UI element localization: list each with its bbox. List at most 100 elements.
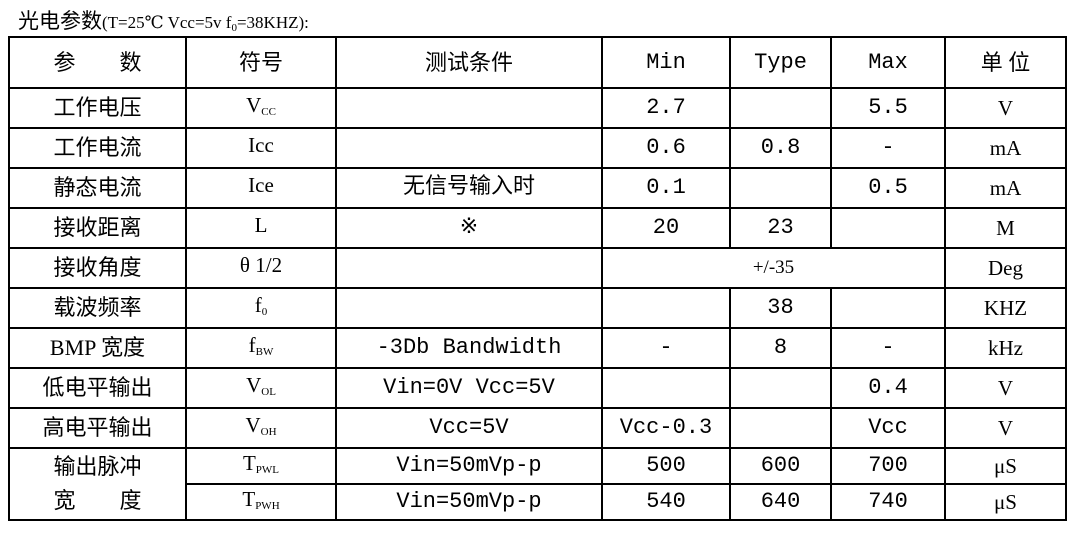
symbol-cell: TPWH xyxy=(185,483,337,521)
condition-cell: Vcc=5V xyxy=(335,407,603,449)
symbol: L xyxy=(254,212,268,237)
table-row: 工作电压 VCC 2.7 5.5 V xyxy=(8,87,1067,129)
symbol-subscript: PWL xyxy=(255,463,280,476)
symbol-cell: θ 1/2 xyxy=(185,247,337,289)
min-cell xyxy=(601,287,731,329)
type-cell: 640 xyxy=(729,483,832,521)
table-row: 接收角度 θ 1/2 +/-35 Deg xyxy=(8,247,1067,289)
header-symbol: 符号 xyxy=(185,36,337,89)
symbol-subscript: BW xyxy=(255,345,274,358)
param-cell: 接收距离 xyxy=(8,207,187,249)
condition-cell: Vin=50mVp-p xyxy=(335,483,603,521)
header-min: Min xyxy=(601,36,731,89)
param-line: 宽 度 xyxy=(53,488,142,513)
unit-cell: V xyxy=(944,87,1067,129)
min-cell: 500 xyxy=(601,447,731,485)
param-line: 输出脉冲 xyxy=(53,454,142,479)
symbol-cell: VCC xyxy=(185,87,337,129)
symbol: V xyxy=(246,92,262,117)
type-cell xyxy=(729,167,832,209)
param-cell: 高电平输出 xyxy=(8,407,187,449)
min-cell xyxy=(601,367,731,409)
condition-cell xyxy=(335,247,603,289)
symbol-cell: Ice xyxy=(185,167,337,209)
unit-cell: μS xyxy=(944,447,1067,485)
title-conditions: (T=25℃ Vcc=5v f0=38KHZ): xyxy=(102,13,309,34)
title-cond-end: =38KHZ): xyxy=(236,13,309,32)
unit-cell: M xyxy=(944,207,1067,249)
symbol-subscript: OH xyxy=(260,425,277,438)
param-cell-pulse-width: 输出脉冲宽 度 xyxy=(8,447,187,521)
param-cell: 工作电压 xyxy=(8,87,187,129)
unit-cell: mA xyxy=(944,167,1067,209)
type-cell: 0.8 xyxy=(729,127,832,169)
header-type: Type xyxy=(729,36,832,89)
unit-cell: mA xyxy=(944,127,1067,169)
header-max: Max xyxy=(830,36,946,89)
header-unit: 单 位 xyxy=(944,36,1067,89)
header-row: 参 数 符号 测试条件 Min Type Max 单 位 xyxy=(8,36,1067,89)
param-cell: 工作电流 xyxy=(8,127,187,169)
symbol-cell: fBW xyxy=(185,327,337,369)
min-cell: 20 xyxy=(601,207,731,249)
condition-cell: Vin=50mVp-p xyxy=(335,447,603,485)
type-cell xyxy=(729,367,832,409)
condition-cell xyxy=(335,287,603,329)
symbol: T xyxy=(242,450,256,475)
symbol: Icc xyxy=(248,132,274,157)
type-cell: 600 xyxy=(729,447,832,485)
param-cell: 载波频率 xyxy=(8,287,187,329)
unit-cell: V xyxy=(944,367,1067,409)
condition-cell: Vin=0V Vcc=5V xyxy=(335,367,603,409)
type-cell: 8 xyxy=(729,327,832,369)
symbol: f xyxy=(248,332,256,357)
min-cell: 2.7 xyxy=(601,87,731,129)
symbol-cell: L xyxy=(185,207,337,249)
symbol-cell: f0 xyxy=(185,287,337,329)
symbol-cell: TPWL xyxy=(185,447,337,485)
min-cell: 0.6 xyxy=(601,127,731,169)
param-cell: 低电平输出 xyxy=(8,367,187,409)
range-cell: +/-35 xyxy=(601,247,946,289)
type-cell xyxy=(729,407,832,449)
symbol-cell: Icc xyxy=(185,127,337,169)
symbol: θ 1/2 xyxy=(239,252,283,277)
symbol-cell: VOH xyxy=(185,407,337,449)
unit-cell: Deg xyxy=(944,247,1067,289)
header-param: 参 数 xyxy=(8,36,187,89)
table-row: 输出脉冲宽 度 TPWL Vin=50mVp-p 500 600 700 μS xyxy=(8,447,1067,521)
min-cell: Vcc-0.3 xyxy=(601,407,731,449)
condition-cell: ※ xyxy=(335,207,603,249)
max-cell: Vcc xyxy=(830,407,946,449)
param-cell: 静态电流 xyxy=(8,167,187,209)
max-cell: - xyxy=(830,327,946,369)
max-cell: 0.4 xyxy=(830,367,946,409)
symbol-cell: VOL xyxy=(185,367,337,409)
unit-cell: KHZ xyxy=(944,287,1067,329)
symbol-subscript: CC xyxy=(261,105,276,118)
title-main: 光电参数 xyxy=(18,9,102,33)
condition-cell: 无信号输入时 xyxy=(335,167,603,209)
symbol: T xyxy=(242,486,256,511)
param-cell: 接收角度 xyxy=(8,247,187,289)
max-cell: 740 xyxy=(830,483,946,521)
max-cell: 700 xyxy=(830,447,946,485)
min-cell: 540 xyxy=(601,483,731,521)
type-cell: 38 xyxy=(729,287,832,329)
symbol: V xyxy=(246,372,262,397)
table-row: 高电平输出 VOH Vcc=5V Vcc-0.3 Vcc V xyxy=(8,407,1067,449)
min-cell: - xyxy=(601,327,731,369)
table-row: 低电平输出 VOL Vin=0V Vcc=5V 0.4 V xyxy=(8,367,1067,409)
unit-cell: kHz xyxy=(944,327,1067,369)
electro-optical-parameters-table: 参 数 符号 测试条件 Min Type Max 单 位 工作电压 VCC 2.7 5… xyxy=(8,36,1067,521)
unit-cell: μS xyxy=(944,483,1067,521)
table-row: 载波频率 f0 38 KHZ xyxy=(8,287,1067,329)
condition-cell: -3Db Bandwidth xyxy=(335,327,603,369)
unit-cell: V xyxy=(944,407,1067,449)
max-cell: 5.5 xyxy=(830,87,946,129)
param-cell: BMP 宽度 xyxy=(8,327,187,369)
max-cell: - xyxy=(830,127,946,169)
symbol: f xyxy=(254,292,262,317)
type-cell: 23 xyxy=(729,207,832,249)
title-cond: (T=25℃ Vcc=5v f xyxy=(102,13,232,32)
